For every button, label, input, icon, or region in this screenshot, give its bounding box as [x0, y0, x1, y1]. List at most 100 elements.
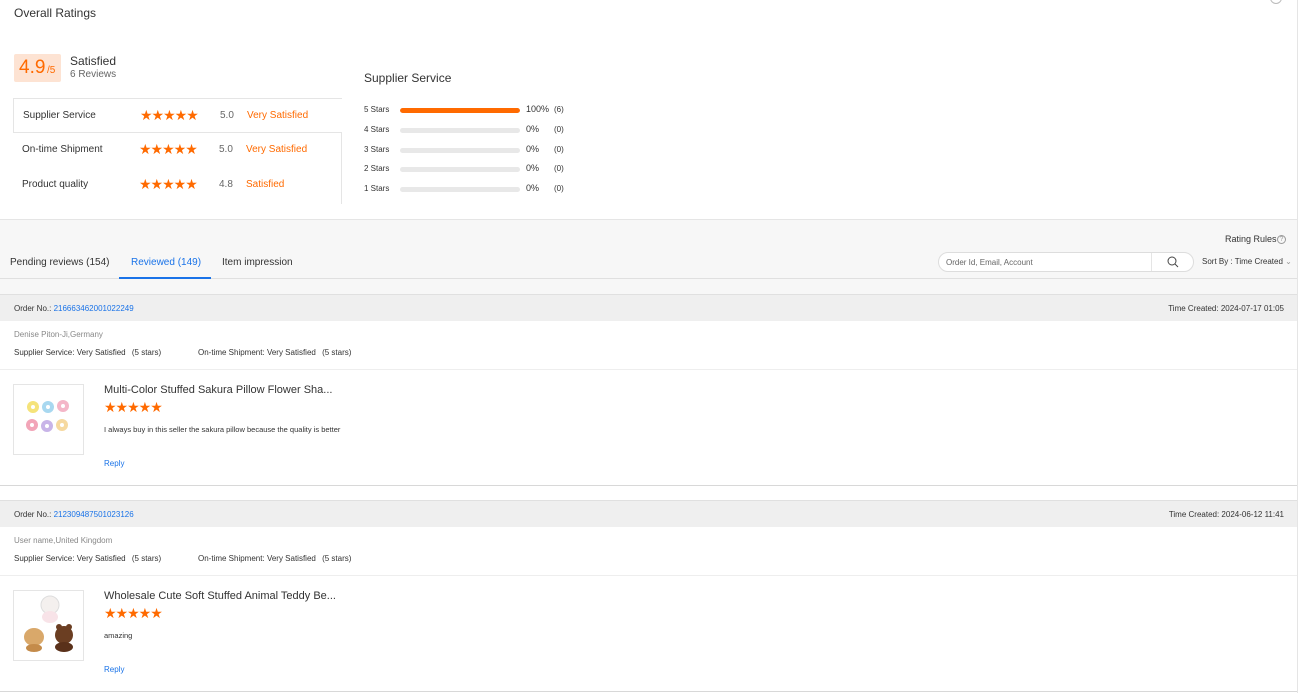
order-header: Order No.: 216663462001022249 Time Creat… — [0, 294, 1300, 321]
product-title[interactable]: Wholesale Cute Soft Stuffed Animal Teddy… — [104, 590, 336, 602]
category-name: Supplier Service — [23, 110, 96, 121]
supplier-service-rating: Supplier Service: Very Satisfied (5 star… — [14, 348, 161, 357]
active-tab-indicator — [119, 277, 211, 279]
order-number-label: Order No.: — [14, 304, 52, 313]
rating-value: Very Satisfied — [266, 348, 316, 357]
order-number-label: Order No.: — [14, 510, 52, 519]
category-stars: ★★★★★ — [140, 107, 199, 123]
distribution-label: 1 Stars — [364, 184, 390, 193]
distribution-percent: 0% — [526, 183, 540, 193]
rating-label: On-time Shipment: — [198, 554, 265, 563]
rating-value: Very Satisfied — [76, 554, 126, 563]
shipment-rating: On-time Shipment: Very Satisfied (5 star… — [198, 554, 351, 563]
order-divider — [0, 691, 1300, 692]
rating-categories: Supplier Service ★★★★★ 5.0 Very Satisfie… — [13, 98, 342, 204]
order-header: Order No.: 212309487501023126 Time Creat… — [0, 500, 1300, 527]
distribution-label: 2 Stars — [364, 164, 390, 173]
distribution-row-3: 3 Stars 0% (0) — [364, 144, 584, 157]
distribution-count: (0) — [554, 184, 564, 193]
category-row-supplier-service[interactable]: Supplier Service ★★★★★ 5.0 Very Satisfie… — [13, 98, 342, 133]
category-score: 5.0 — [219, 144, 233, 155]
rating-label: Supplier Service: — [14, 348, 75, 357]
distribution-row-2: 2 Stars 0% (0) — [364, 163, 584, 176]
stuffed-animals-icon — [24, 595, 73, 652]
rating-value: Very Satisfied — [76, 348, 126, 357]
category-row-product-quality[interactable]: Product quality ★★★★★ 4.8 Satisfied — [13, 168, 342, 203]
order-number-row: Order No.: 212309487501023126 — [14, 510, 134, 519]
distribution-percent: 0% — [526, 144, 540, 154]
buyer-info: User name,United Kingdom — [14, 536, 113, 545]
distribution-percent: 100% — [526, 104, 550, 114]
rating-stars-text: (5 stars) — [322, 554, 352, 563]
order-number-row: Order No.: 216663462001022249 — [14, 304, 134, 313]
product-thumbnail[interactable] — [13, 590, 84, 661]
order-review-card: Order No.: 216663462001022249 Time Creat… — [0, 294, 1300, 486]
distribution-row-1: 1 Stars 0% (0) — [364, 183, 584, 196]
distribution-bar-fill — [400, 108, 520, 113]
distribution-count: (6) — [554, 105, 564, 114]
distribution-percent: 0% — [526, 124, 540, 134]
search-box — [938, 252, 1194, 272]
flower-pillows-icon — [26, 400, 69, 432]
category-status: Very Satisfied — [247, 110, 309, 121]
time-created: Time Created: 2024-06-12 11:41 — [1168, 510, 1284, 519]
rating-label: On-time Shipment: — [198, 348, 265, 357]
distribution-row-5: 5 Stars 100% (6) — [364, 104, 584, 117]
product-thumbnail[interactable] — [13, 384, 84, 455]
sort-by-label: Sort By : Time Created — [1202, 257, 1283, 266]
overall-score: 4.9 — [19, 57, 46, 78]
product-title[interactable]: Multi-Color Stuffed Sakura Pillow Flower… — [104, 384, 332, 396]
review-comment: amazing — [104, 631, 133, 640]
overall-ratings-title: Overall Ratings — [14, 6, 97, 20]
review-comment: I always buy in this seller the sakura p… — [104, 425, 341, 434]
category-status: Satisfied — [246, 179, 285, 190]
search-input[interactable] — [946, 256, 1146, 269]
distribution-count: (0) — [554, 164, 564, 173]
category-status: Very Satisfied — [246, 144, 308, 155]
order-review-card: Order No.: 212309487501023126 Time Creat… — [0, 500, 1300, 693]
distribution-label: 3 Stars — [364, 145, 390, 154]
reply-link[interactable]: Reply — [104, 459, 124, 468]
rating-stars-text: (5 stars) — [322, 348, 352, 357]
category-score: 4.8 — [219, 179, 233, 190]
category-name: Product quality — [22, 179, 89, 190]
tab-item-impression[interactable]: Item impression — [222, 257, 293, 268]
order-number-link[interactable]: 212309487501023126 — [54, 510, 134, 519]
overall-score-suffix: /5 — [47, 65, 56, 76]
distribution-label: 5 Stars — [364, 105, 390, 114]
time-created: Time Created: 2024-07-17 01:05 — [1168, 304, 1284, 313]
review-count: 6 Reviews — [70, 69, 117, 80]
help-icon[interactable] — [1270, 0, 1282, 4]
order-number-link[interactable]: 216663462001022249 — [54, 304, 134, 313]
divider — [0, 369, 1300, 370]
overall-score-label: Satisfied — [70, 54, 117, 68]
distribution-row-4: 4 Stars 0% (0) — [364, 124, 584, 137]
question-icon[interactable]: ? — [1277, 235, 1286, 244]
distribution-bar — [400, 128, 520, 133]
distribution-bar — [400, 148, 520, 153]
supplier-service-rating: Supplier Service: Very Satisfied (5 star… — [14, 554, 161, 563]
tab-pending-reviews[interactable]: Pending reviews (154) — [10, 257, 110, 268]
category-score: 5.0 — [220, 110, 234, 121]
sort-by-dropdown[interactable]: Sort By : Time Created ⌄ — [1202, 257, 1292, 266]
category-stars: ★★★★★ — [139, 176, 198, 192]
rating-stars-text: (5 stars) — [131, 554, 162, 563]
shipment-rating: On-time Shipment: Very Satisfied (5 star… — [198, 348, 351, 357]
search-icon[interactable] — [1167, 256, 1179, 268]
distribution-percent: 0% — [526, 163, 540, 173]
distribution-label: 4 Stars — [364, 125, 390, 134]
order-divider — [0, 485, 1300, 486]
rating-value: Very Satisfied — [266, 554, 316, 563]
overall-score-badge: 4.9 /5 — [14, 54, 61, 82]
rating-rules-link[interactable]: Rating Rules — [1225, 234, 1277, 244]
product-stars: ★★★★★ — [104, 399, 163, 415]
distribution-bar — [400, 187, 520, 192]
tab-reviewed[interactable]: Reviewed (149) — [131, 257, 201, 268]
distribution-bar — [400, 167, 520, 172]
divider — [0, 575, 1300, 576]
category-name: On-time Shipment — [22, 144, 103, 155]
reply-link[interactable]: Reply — [104, 665, 124, 674]
rating-label: Supplier Service: — [14, 554, 75, 563]
distribution-count: (0) — [554, 145, 564, 154]
category-row-on-time-shipment[interactable]: On-time Shipment ★★★★★ 5.0 Very Satisfie… — [13, 133, 342, 168]
